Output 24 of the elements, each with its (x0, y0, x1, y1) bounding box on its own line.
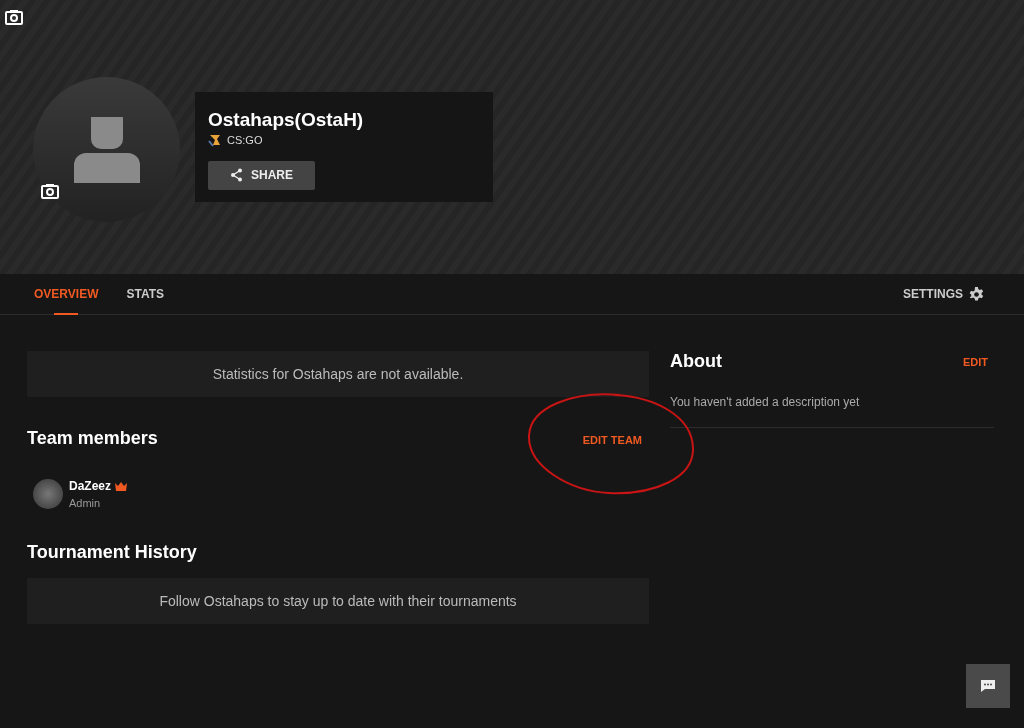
member-name[interactable]: DaZeez (69, 477, 112, 495)
section-heading: About (670, 351, 722, 373)
stats-notice: Statistics for Ostahaps are not available. (27, 351, 649, 397)
settings-button[interactable]: SETTINGS (903, 274, 990, 314)
section-heading: Team members (27, 428, 158, 450)
member-avatar-placeholder[interactable] (33, 479, 63, 510)
profile-name: Ostahaps(OstaH) (208, 109, 365, 131)
tournament-notice: Follow Ostahaps to stay up to date with their tournaments (27, 578, 649, 625)
about-description: You haven't added a description yet (670, 392, 994, 428)
tab[interactable]: OVERVIEW (34, 274, 99, 314)
chat-icon (980, 679, 996, 693)
game-name: CS:GO (227, 133, 263, 148)
tab[interactable]: STATS (126, 274, 165, 314)
share-icon (230, 168, 243, 182)
person-silhouette-icon (73, 116, 140, 183)
edit-team-link[interactable]: EDIT TEAM (582, 432, 642, 449)
section-heading: Tournament History (27, 541, 198, 564)
member-role: Admin (69, 496, 102, 511)
settings-icon (969, 286, 984, 302)
game-logo-icon (208, 133, 222, 148)
share-button[interactable]: SHARE (208, 160, 315, 190)
avatar-placeholder[interactable] (33, 77, 180, 222)
edit-link[interactable]: EDIT (962, 353, 988, 371)
chat-button[interactable] (966, 664, 1010, 708)
